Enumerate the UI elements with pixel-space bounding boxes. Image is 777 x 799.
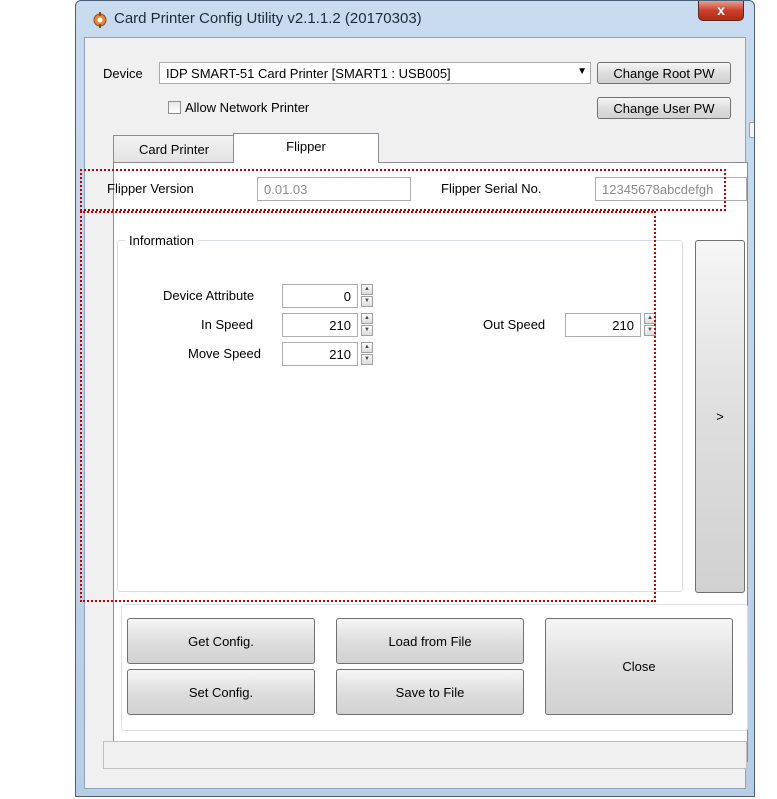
close-button[interactable]: Close	[545, 618, 733, 715]
device-attribute-value: 0	[343, 289, 351, 304]
small-scroll-handle[interactable]	[749, 122, 754, 138]
move-speed-spinner[interactable]: ▲ ▼	[361, 342, 373, 366]
in-speed-label: In Speed	[201, 317, 254, 332]
change-user-pw-button[interactable]: Change User PW	[597, 97, 731, 119]
flipper-serial-field[interactable]: 12345678abcdefgh	[595, 177, 747, 201]
spin-up-icon[interactable]: ▲	[644, 313, 656, 324]
save-to-file-button[interactable]: Save to File	[336, 669, 524, 715]
out-speed-input[interactable]: 210	[565, 313, 641, 337]
app-icon	[93, 12, 107, 28]
flipper-serial-value: 12345678abcdefgh	[602, 182, 714, 197]
flipper-version-label: Flipper Version	[107, 181, 194, 196]
app-window: Card Printer Config Utility v2.1.1.2 (20…	[75, 0, 755, 797]
client-area: Device IDP SMART-51 Card Printer [SMART1…	[84, 37, 754, 789]
device-label: Device	[103, 66, 143, 81]
spin-down-icon[interactable]: ▼	[361, 325, 373, 336]
set-config-button[interactable]: Set Config.	[127, 669, 315, 715]
close-icon: x	[717, 2, 725, 18]
tab-card-printer[interactable]: Card Printer	[113, 135, 235, 162]
chevron-down-icon: ▼	[577, 66, 587, 77]
load-from-file-button[interactable]: Load from File	[336, 618, 524, 664]
spin-down-icon[interactable]: ▼	[644, 325, 656, 336]
in-speed-input[interactable]: 210	[282, 313, 358, 337]
in-speed-spinner[interactable]: ▲ ▼	[361, 313, 373, 337]
flipper-version-field[interactable]: 0.01.03	[257, 177, 411, 201]
move-speed-value: 210	[329, 347, 351, 362]
spin-up-icon[interactable]: ▲	[361, 284, 373, 295]
next-page-button[interactable]: >	[695, 240, 745, 593]
allow-network-checkbox[interactable]	[168, 101, 181, 114]
in-speed-value: 210	[329, 318, 351, 333]
information-title: Information	[125, 233, 199, 248]
status-bar	[103, 741, 747, 769]
tab-flipper[interactable]: Flipper	[233, 133, 379, 163]
allow-network-label: Allow Network Printer	[185, 100, 310, 115]
spin-up-icon[interactable]: ▲	[361, 313, 373, 324]
spin-up-icon[interactable]: ▲	[361, 342, 373, 353]
title-bar[interactable]: Card Printer Config Utility v2.1.1.2 (20…	[76, 1, 754, 37]
close-window-button[interactable]: x	[698, 1, 744, 21]
device-select-value: IDP SMART-51 Card Printer [SMART1 : USB0…	[166, 66, 451, 81]
device-attribute-spinner[interactable]: ▲ ▼	[361, 284, 373, 308]
device-attribute-label: Device Attribute	[163, 288, 255, 303]
spin-down-icon[interactable]: ▼	[361, 296, 373, 307]
device-select[interactable]: IDP SMART-51 Card Printer [SMART1 : USB0…	[159, 62, 591, 84]
change-root-pw-button[interactable]: Change Root PW	[597, 62, 731, 84]
move-speed-input[interactable]: 210	[282, 342, 358, 366]
tab-flipper-label: Flipper	[286, 139, 326, 154]
window-title: Card Printer Config Utility v2.1.1.2 (20…	[114, 10, 422, 27]
device-attribute-input[interactable]: 0	[282, 284, 358, 308]
get-config-button[interactable]: Get Config.	[127, 618, 315, 664]
tab-card-printer-label: Card Printer	[138, 142, 210, 157]
out-speed-value: 210	[612, 318, 634, 333]
flipper-serial-label: Flipper Serial No.	[441, 181, 542, 196]
flipper-version-value: 0.01.03	[264, 182, 308, 197]
move-speed-label: Move Speed	[188, 346, 261, 361]
out-speed-spinner[interactable]: ▲ ▼	[644, 313, 656, 337]
out-speed-label: Out Speed	[483, 317, 546, 332]
spin-down-icon[interactable]: ▼	[361, 354, 373, 365]
